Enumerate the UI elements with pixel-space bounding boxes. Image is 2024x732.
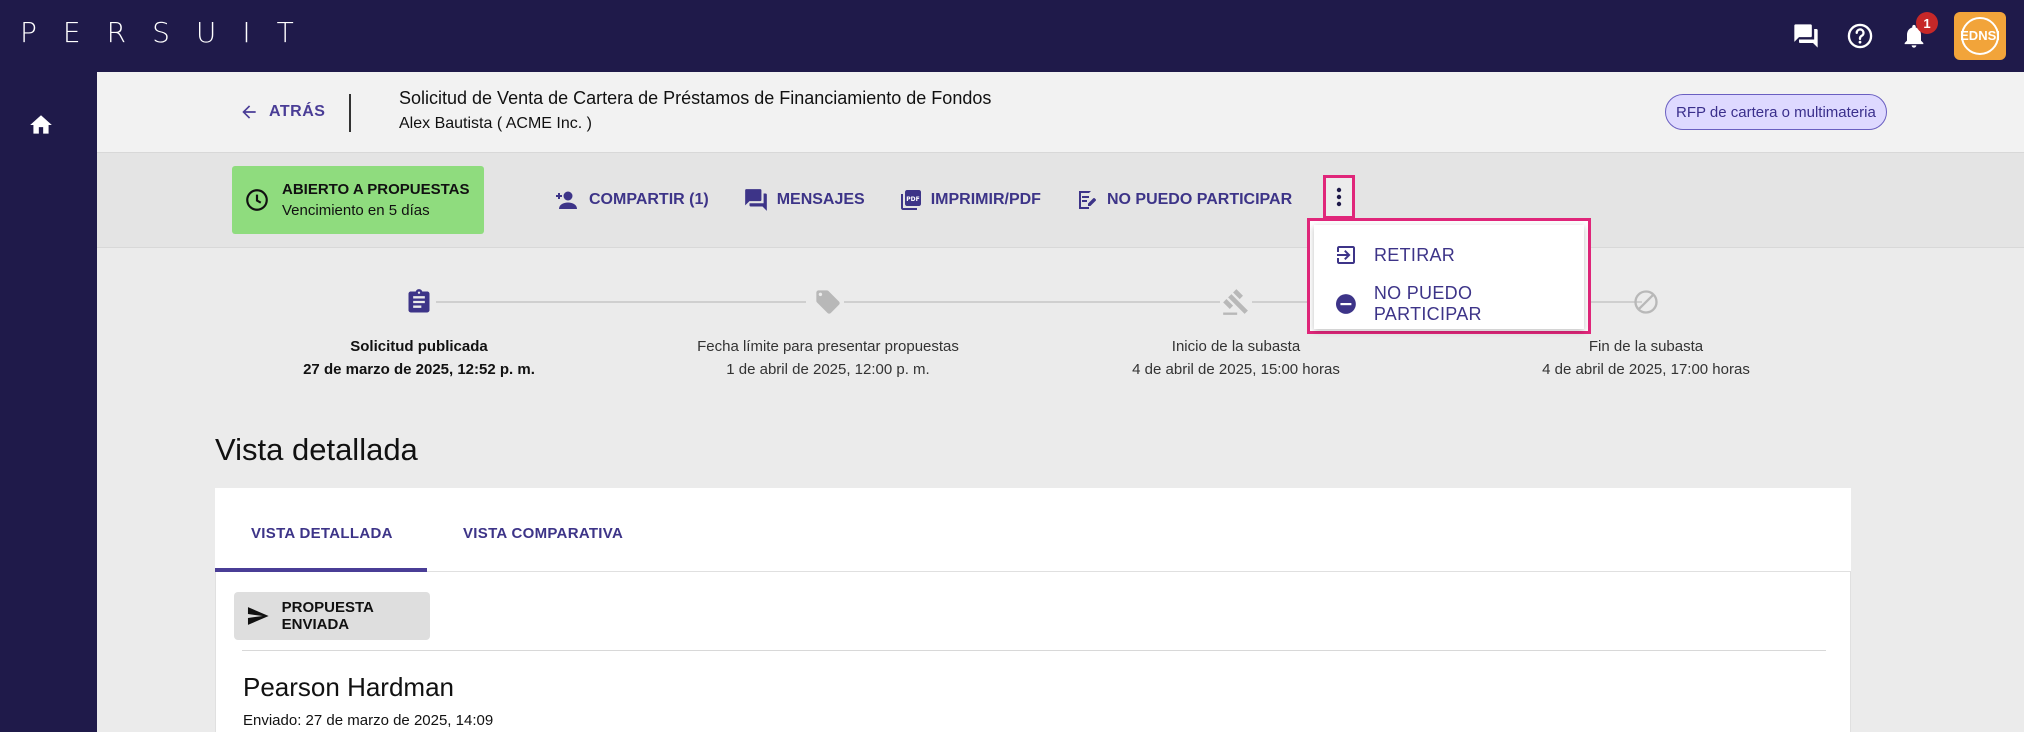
back-button[interactable]: ATRÁS [239, 102, 325, 122]
gavel-icon [1222, 288, 1250, 316]
menu-item-label: RETIRAR [1374, 244, 1456, 265]
edit-document-icon [1078, 191, 1096, 209]
avatar-initials: EDNSI [1960, 17, 2000, 55]
tab-comparative-view[interactable]: VISTA COMPARATIVA [463, 525, 623, 542]
rfp-type-badge: RFP de cartera o multimateria [1665, 94, 1887, 130]
timeline-step-label: Inicio de la subasta [1171, 338, 1301, 355]
messages-button[interactable]: MENSAJES [743, 187, 865, 213]
chat-icon [744, 189, 767, 211]
timeline-step-date: 27 de marzo de 2025, 12:52 p. m. [303, 361, 535, 378]
proposal-sent-label: PROPUESTA ENVIADA [281, 599, 374, 633]
logo-letter: R [106, 16, 153, 49]
decline-label: NO PUEDO PARTICIPAR [1106, 191, 1293, 208]
proposal-sent-button[interactable]: PROPUESTA ENVIADA [234, 592, 430, 640]
timeline-step-date: 4 de abril de 2025, 17:00 horas [1542, 361, 1750, 378]
tag-icon [814, 288, 842, 316]
tab-detailed-view[interactable]: VISTA DETALLADA [251, 525, 393, 542]
persuit-logo[interactable]: P E R S U I T [20, 16, 320, 49]
exit-icon [1337, 246, 1355, 264]
timeline-step-date: 1 de abril de 2025, 12:00 p. m. [726, 361, 930, 378]
view-tabs: VISTA DETALLADA VISTA COMPARATIVA [215, 488, 1851, 572]
action-bar: ABIERTO A PROPUESTAS Vencimiento en 5 dí… [97, 152, 2024, 248]
timeline-step-deadline: Fecha límite para presentar propuestas 1… [668, 335, 988, 381]
section-title: Vista detallada [215, 432, 418, 467]
divider [349, 94, 351, 132]
kebab-menu-icon [1336, 187, 1342, 207]
timeline-step-published: Solicitud publicada 27 de marzo de 2025,… [259, 335, 579, 381]
add-person-icon [556, 191, 577, 209]
notification-count-badge: 1 [1916, 12, 1938, 34]
back-label: ATRÁS [269, 103, 326, 120]
rfp-header: ATRÁS Solicitud de Venta de Cartera de P… [97, 72, 2024, 152]
logo-letter: P [20, 16, 63, 49]
clock-icon [246, 189, 268, 211]
pdf-icon: PDF [900, 190, 921, 210]
share-label: COMPARTIR (1) [589, 191, 709, 208]
logo-letter: I [242, 16, 277, 49]
proposal-card: PROPUESTA ENVIADA Pearson Hardman Enviad… [215, 572, 1851, 732]
logo-letter: U [195, 16, 243, 49]
avatar[interactable]: EDNSI [1954, 12, 2006, 60]
page-subtitle: Alex Bautista ( ACME Inc. ) [399, 115, 592, 132]
status-deadline: Vencimiento en 5 días [282, 202, 430, 219]
help-icon[interactable] [1846, 22, 1874, 50]
timeline-step-label: Fin de la subasta [1588, 338, 1704, 355]
clipboard-icon [405, 288, 433, 316]
sidebar [0, 72, 97, 732]
decline-button[interactable]: NO PUEDO PARTICIPAR [1075, 188, 1292, 212]
logo-letter: S [152, 16, 196, 49]
more-options-menu: RETIRAR NO PUEDO PARTICIPAR [1314, 225, 1584, 329]
menu-item-withdraw[interactable]: RETIRAR [1334, 243, 1455, 267]
status-title: ABIERTO A PROPUESTAS [282, 181, 470, 198]
logo-letter: E [62, 16, 107, 49]
minus-circle-icon [1335, 294, 1356, 314]
page-title: Solicitud de Venta de Cartera de Préstam… [399, 88, 992, 108]
print-label: IMPRIMIR/PDF [930, 191, 1041, 208]
chat-icon[interactable] [1792, 22, 1820, 50]
timeline-step-auction-end: Fin de la subasta 4 de abril de 2025, 17… [1486, 335, 1806, 381]
logo-letter: T [276, 16, 320, 49]
block-icon [1632, 288, 1660, 316]
svg-text:PDF: PDF [906, 196, 919, 203]
send-icon [247, 607, 269, 625]
bell-icon[interactable]: 1 [1900, 12, 1938, 50]
divider [242, 650, 1826, 651]
timeline-step-auction-start: Inicio de la subasta 4 de abril de 2025,… [1076, 335, 1396, 381]
detail-panel: VISTA DETALLADA VISTA COMPARATIVA PROPUE… [215, 488, 1851, 732]
timeline-step-date: 4 de abril de 2025, 15:00 horas [1132, 361, 1340, 378]
more-options-dropdown-highlight: RETIRAR NO PUEDO PARTICIPAR [1307, 218, 1591, 334]
share-button[interactable]: COMPARTIR (1) [555, 189, 709, 211]
messages-label: MENSAJES [776, 191, 865, 208]
menu-item-label: NO PUEDO PARTICIPAR [1373, 283, 1482, 324]
arrow-left-icon [242, 105, 256, 119]
firm-name: Pearson Hardman [243, 672, 454, 702]
timeline-step-label: Fecha límite para presentar propuestas [697, 338, 959, 355]
timeline-connector [844, 301, 1220, 303]
print-pdf-button[interactable]: PDF IMPRIMIR/PDF [899, 188, 1041, 212]
top-navigation-bar: P E R S U I T 1 EDNSI [0, 0, 2024, 72]
timeline-step-label: Solicitud publicada [350, 338, 488, 355]
timeline-connector [436, 301, 806, 303]
status-badge: ABIERTO A PROPUESTAS Vencimiento en 5 dí… [232, 166, 484, 234]
more-options-button[interactable] [1323, 175, 1355, 219]
home-icon[interactable] [28, 112, 54, 138]
menu-item-decline[interactable]: NO PUEDO PARTICIPAR [1334, 283, 1584, 325]
sent-date: Enviado: 27 de marzo de 2025, 14:09 [243, 712, 494, 729]
